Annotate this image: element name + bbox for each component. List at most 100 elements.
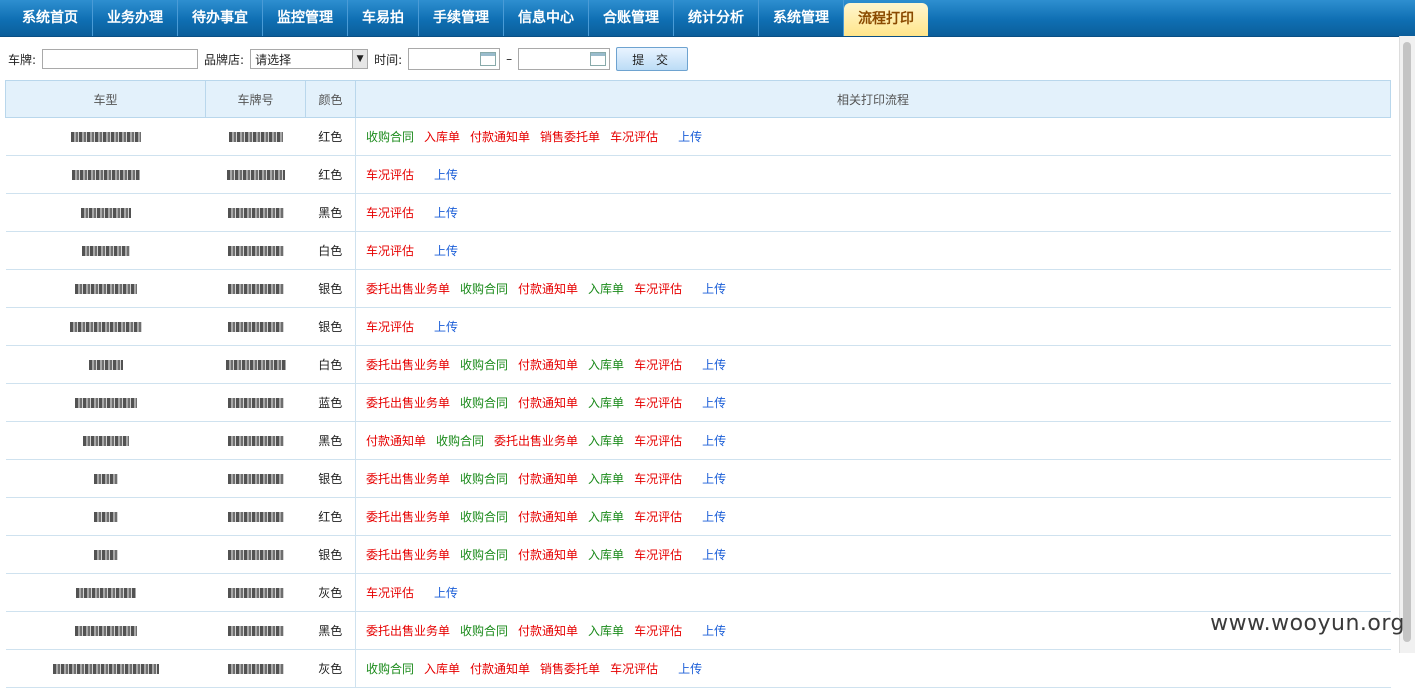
print-flow-link[interactable]: 付款通知单 [518, 396, 578, 410]
print-flow-link[interactable]: 委托出售业务单 [366, 282, 450, 296]
print-flow-link[interactable]: 销售委托单 [540, 662, 600, 676]
print-flow-link[interactable]: 车况评估 [366, 244, 414, 258]
print-flow-link[interactable]: 车况评估 [634, 358, 682, 372]
print-flow-link[interactable]: 付款通知单 [470, 130, 530, 144]
plate-label: 车牌: [8, 52, 37, 67]
upload-link[interactable]: 上传 [678, 130, 702, 144]
nav-item[interactable]: 手续管理 [419, 0, 504, 36]
print-flow-link[interactable]: 车况评估 [610, 662, 658, 676]
print-flow-link[interactable]: 车况评估 [610, 130, 658, 144]
print-flow-link[interactable]: 付款通知单 [518, 358, 578, 372]
print-flow-link[interactable]: 入库单 [588, 510, 624, 524]
print-flow-link[interactable]: 付款通知单 [470, 662, 530, 676]
vertical-scrollbar[interactable] [1399, 36, 1415, 653]
upload-link[interactable]: 上传 [678, 662, 702, 676]
print-flow-link[interactable]: 收购合同 [460, 624, 508, 638]
nav-item[interactable]: 待办事宜 [178, 0, 263, 36]
print-flow-link[interactable]: 收购合同 [460, 396, 508, 410]
date-from-input[interactable] [408, 48, 501, 70]
nav-item[interactable]: 流程打印 [844, 3, 928, 36]
print-flow-link[interactable]: 收购合同 [460, 282, 508, 296]
print-flow-link[interactable]: 入库单 [588, 434, 624, 448]
nav-item[interactable]: 车易拍 [348, 0, 419, 36]
calendar-icon[interactable] [480, 52, 497, 66]
cell-model [5, 269, 206, 308]
print-flow-link[interactable]: 车况评估 [366, 168, 414, 182]
nav-item[interactable]: 监控管理 [263, 0, 348, 36]
table-row: 银色 委托出售业务单 收购合同 付款通知单 入库单 车况评估 上传 [5, 459, 1391, 498]
upload-link[interactable]: 上传 [702, 510, 726, 524]
print-flow-link[interactable]: 收购合同 [366, 130, 414, 144]
print-flow-link[interactable]: 收购合同 [460, 358, 508, 372]
print-flow-link[interactable]: 车况评估 [634, 548, 682, 562]
upload-link[interactable]: 上传 [702, 358, 726, 372]
print-flow-link[interactable]: 委托出售业务单 [366, 358, 450, 372]
print-flow-link[interactable]: 入库单 [424, 130, 460, 144]
print-flow-link[interactable]: 销售委托单 [540, 130, 600, 144]
print-flow-link[interactable]: 付款通知单 [518, 510, 578, 524]
print-flow-link[interactable]: 车况评估 [634, 396, 682, 410]
print-flow-link[interactable]: 车况评估 [366, 320, 414, 334]
chevron-down-icon[interactable]: ▼ [352, 50, 368, 68]
nav-item[interactable]: 系统首页 [8, 0, 93, 36]
print-flow-link[interactable]: 入库单 [588, 358, 624, 372]
print-flow-link[interactable]: 委托出售业务单 [366, 510, 450, 524]
print-flow-link[interactable]: 入库单 [588, 548, 624, 562]
nav-item[interactable]: 统计分析 [674, 0, 759, 36]
print-flow-link[interactable]: 车况评估 [366, 586, 414, 600]
upload-link[interactable]: 上传 [702, 396, 726, 410]
print-flow-link[interactable]: 付款通知单 [518, 472, 578, 486]
print-flow-link[interactable]: 委托出售业务单 [494, 434, 578, 448]
print-flow-link[interactable]: 入库单 [588, 472, 624, 486]
submit-button[interactable]: 提 交 [616, 47, 689, 71]
print-flow-link[interactable]: 委托出售业务单 [366, 624, 450, 638]
print-flow-link[interactable]: 付款通知单 [518, 548, 578, 562]
print-flow-link[interactable]: 委托出售业务单 [366, 472, 450, 486]
print-flow-link[interactable]: 收购合同 [436, 434, 484, 448]
print-flow-link[interactable]: 委托出售业务单 [366, 548, 450, 562]
plate-input[interactable] [42, 49, 199, 69]
print-flow-link[interactable]: 入库单 [588, 624, 624, 638]
print-flow-link[interactable]: 收购合同 [460, 510, 508, 524]
print-flow-link[interactable]: 收购合同 [460, 472, 508, 486]
nav-item[interactable]: 合账管理 [589, 0, 674, 36]
upload-link[interactable]: 上传 [702, 434, 726, 448]
print-flow-link[interactable]: 车况评估 [634, 282, 682, 296]
upload-link[interactable]: 上传 [702, 624, 726, 638]
print-flow-link[interactable]: 付款通知单 [518, 624, 578, 638]
cell-plate [205, 269, 306, 308]
nav-item[interactable]: 业务办理 [93, 0, 178, 36]
cell-model [5, 307, 206, 346]
print-flow-link[interactable]: 车况评估 [634, 434, 682, 448]
upload-link[interactable]: 上传 [702, 472, 726, 486]
print-flow-link[interactable]: 车况评估 [634, 510, 682, 524]
print-flow-link[interactable]: 车况评估 [634, 472, 682, 486]
scrollbar-thumb[interactable] [1403, 42, 1411, 642]
print-flow-link[interactable]: 入库单 [588, 396, 624, 410]
print-flow-link[interactable]: 付款通知单 [518, 282, 578, 296]
print-flow-link[interactable]: 入库单 [588, 282, 624, 296]
print-flow-link[interactable]: 入库单 [424, 662, 460, 676]
upload-link[interactable]: 上传 [434, 168, 458, 182]
date-to-input[interactable] [518, 48, 611, 70]
upload-link[interactable]: 上传 [434, 586, 458, 600]
upload-link[interactable]: 上传 [434, 320, 458, 334]
nav-item[interactable]: 系统管理 [759, 0, 844, 36]
print-flow-link[interactable]: 车况评估 [366, 206, 414, 220]
upload-link[interactable]: 上传 [434, 206, 458, 220]
cell-model [5, 231, 206, 270]
print-flow-link[interactable]: 收购合同 [366, 662, 414, 676]
calendar-icon[interactable] [590, 52, 607, 66]
print-flow-link[interactable]: 车况评估 [634, 624, 682, 638]
cell-plate [205, 345, 306, 384]
nav-item[interactable]: 信息中心 [504, 0, 589, 36]
upload-link[interactable]: 上传 [702, 548, 726, 562]
store-select[interactable]: 请选择 ▼ [250, 49, 369, 69]
upload-link[interactable]: 上传 [702, 282, 726, 296]
upload-link[interactable]: 上传 [434, 244, 458, 258]
print-flow-link[interactable]: 委托出售业务单 [366, 396, 450, 410]
col-header-plate: 车牌号 [205, 80, 306, 118]
redacted-model [81, 246, 130, 256]
print-flow-link[interactable]: 付款通知单 [366, 434, 426, 448]
print-flow-link[interactable]: 收购合同 [460, 548, 508, 562]
